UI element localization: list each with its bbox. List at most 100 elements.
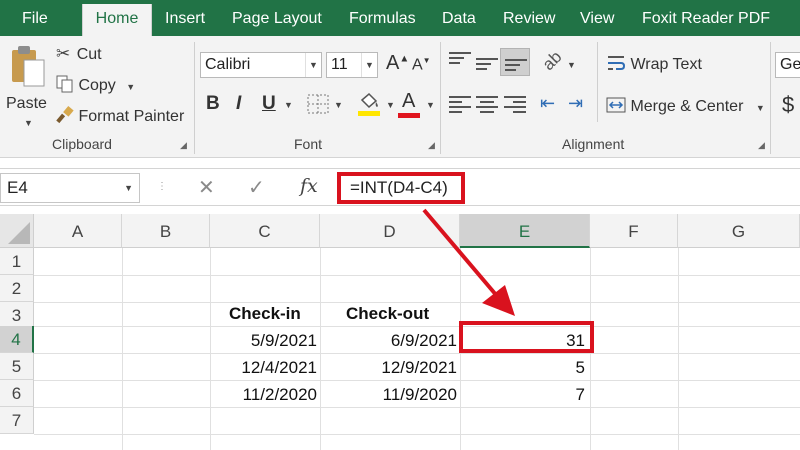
name-box[interactable]: E4 ▼ xyxy=(0,173,140,203)
font-color-dropdown-icon[interactable]: ▼ xyxy=(426,100,435,110)
font-color-button[interactable]: A xyxy=(398,88,422,118)
copy-dropdown-icon[interactable]: ▼ xyxy=(126,82,135,92)
cut-label: Cut xyxy=(76,46,102,63)
grow-font-label: A xyxy=(386,52,400,74)
column-header-f[interactable]: F xyxy=(590,214,678,248)
decrease-indent-icon[interactable]: ⇤ xyxy=(540,93,555,114)
cell-e5[interactable]: 5 xyxy=(460,354,585,381)
tab-data[interactable]: Data xyxy=(442,0,476,36)
fill-color-swatch xyxy=(358,111,380,116)
font-size-select[interactable]: 11 ▼ xyxy=(326,52,378,78)
font-group-label: Font xyxy=(294,136,323,152)
cell-c3[interactable]: Check-in xyxy=(229,300,301,327)
gridline xyxy=(122,248,123,450)
select-all-icon xyxy=(8,222,30,244)
row-header-1[interactable]: 1 xyxy=(0,248,34,275)
format-painter-label: Format Painter xyxy=(78,108,185,125)
cell-c6[interactable]: 11/2/2020 xyxy=(210,381,317,408)
copy-button[interactable]: Copy ▼ xyxy=(56,75,135,97)
borders-button[interactable] xyxy=(307,94,331,114)
middle-align-icon[interactable] xyxy=(476,58,498,76)
bold-button[interactable]: B xyxy=(206,93,220,115)
column-header-a[interactable]: A xyxy=(34,214,122,248)
borders-dropdown-icon[interactable]: ▼ xyxy=(334,100,343,110)
insert-function-icon[interactable]: fx xyxy=(300,175,318,197)
number-format-value: Ger xyxy=(780,56,800,73)
grow-font-button[interactable]: A▲ xyxy=(386,52,409,75)
chevron-down-icon[interactable]: ▼ xyxy=(124,174,133,202)
alignment-group-label: Alignment xyxy=(562,136,625,152)
align-right-icon[interactable] xyxy=(504,96,526,114)
cell-e6[interactable]: 7 xyxy=(460,381,585,408)
orientation-dropdown-icon[interactable]: ▼ xyxy=(567,60,576,70)
merge-dropdown-icon[interactable]: ▼ xyxy=(756,103,765,113)
tab-home[interactable]: Home xyxy=(82,4,152,36)
paint-bucket-icon xyxy=(360,92,378,109)
row-header-3[interactable]: 3 xyxy=(0,302,34,329)
column-header-e[interactable]: E xyxy=(460,214,590,248)
cell-d4[interactable]: 6/9/2021 xyxy=(320,327,457,354)
align-center-icon[interactable] xyxy=(476,96,498,114)
currency-button[interactable]: $ xyxy=(782,92,794,118)
tab-file[interactable]: File xyxy=(22,0,48,36)
tab-review[interactable]: Review xyxy=(503,0,555,36)
tab-page-layout[interactable]: Page Layout xyxy=(232,0,322,36)
align-left-icon[interactable] xyxy=(449,96,471,114)
italic-button[interactable]: I xyxy=(236,93,241,115)
column-header-g[interactable]: G xyxy=(678,214,800,248)
merge-center-button[interactable]: Merge & Center ▼ xyxy=(606,95,765,116)
copy-icon xyxy=(56,75,73,93)
orientation-icon[interactable]: ab xyxy=(539,47,567,75)
formula-input[interactable]: =INT(D4-C4) xyxy=(337,172,465,204)
font-name-select[interactable]: Calibri ▼ xyxy=(200,52,322,78)
increase-indent-icon[interactable]: ⇥ xyxy=(568,93,583,114)
format-painter-button[interactable]: Format Painter xyxy=(56,106,184,128)
bottom-align-button[interactable] xyxy=(500,48,530,76)
paintbrush-icon xyxy=(56,106,74,124)
select-all-corner[interactable] xyxy=(0,214,34,248)
cancel-icon[interactable]: ✕ xyxy=(198,175,215,200)
more-options-icon[interactable]: ⋮ xyxy=(157,181,167,192)
gridline xyxy=(34,434,800,435)
cell-d5[interactable]: 12/9/2021 xyxy=(320,354,457,381)
column-header-d[interactable]: D xyxy=(320,214,460,248)
cell-d6[interactable]: 11/9/2020 xyxy=(320,381,457,408)
row-header-5[interactable]: 5 xyxy=(0,353,34,380)
fill-color-button[interactable] xyxy=(358,92,382,118)
clipboard-launcher-icon[interactable]: ◢ xyxy=(180,140,187,151)
number-format-select[interactable]: Ger xyxy=(775,52,800,78)
chevron-down-icon: ▼ xyxy=(361,53,377,77)
tab-formulas[interactable]: Formulas xyxy=(349,0,416,36)
wrap-text-button[interactable]: Wrap Text xyxy=(606,53,702,74)
group-divider xyxy=(440,42,441,154)
paste-button[interactable]: Paste ▼ xyxy=(6,42,52,128)
cell-c5[interactable]: 12/4/2021 xyxy=(210,354,317,381)
tab-insert[interactable]: Insert xyxy=(165,0,205,36)
cut-button[interactable]: ✂ Cut xyxy=(56,44,102,66)
font-launcher-icon[interactable]: ◢ xyxy=(428,140,435,151)
paste-dropdown-icon[interactable]: ▼ xyxy=(24,118,33,128)
font-name-value: Calibri xyxy=(205,56,251,73)
tab-foxit-reader-pdf[interactable]: Foxit Reader PDF xyxy=(642,0,770,36)
fill-color-dropdown-icon[interactable]: ▼ xyxy=(386,100,395,110)
cell-d3[interactable]: Check-out xyxy=(346,300,429,327)
alignment-launcher-icon[interactable]: ◢ xyxy=(758,140,765,151)
top-align-icon[interactable] xyxy=(449,52,471,70)
clipboard-group-label: Clipboard xyxy=(52,136,112,152)
column-header-c[interactable]: C xyxy=(210,214,320,248)
border-icon xyxy=(307,94,329,114)
enter-icon[interactable]: ✓ xyxy=(248,175,265,200)
tab-view[interactable]: View xyxy=(580,0,614,36)
cell-c4[interactable]: 5/9/2021 xyxy=(210,327,317,354)
gridline xyxy=(34,275,800,276)
underline-dropdown-icon[interactable]: ▼ xyxy=(284,100,293,110)
row-header-7[interactable]: 7 xyxy=(0,407,34,434)
row-header-2[interactable]: 2 xyxy=(0,275,34,302)
row-header-4[interactable]: 4 xyxy=(0,326,34,353)
font-color-letter: A xyxy=(402,90,416,112)
row-header-6[interactable]: 6 xyxy=(0,380,34,407)
column-header-b[interactable]: B xyxy=(122,214,210,248)
name-box-value: E4 xyxy=(7,178,28,197)
shrink-font-button[interactable]: A▼ xyxy=(412,56,431,74)
underline-button[interactable]: U xyxy=(262,93,276,115)
